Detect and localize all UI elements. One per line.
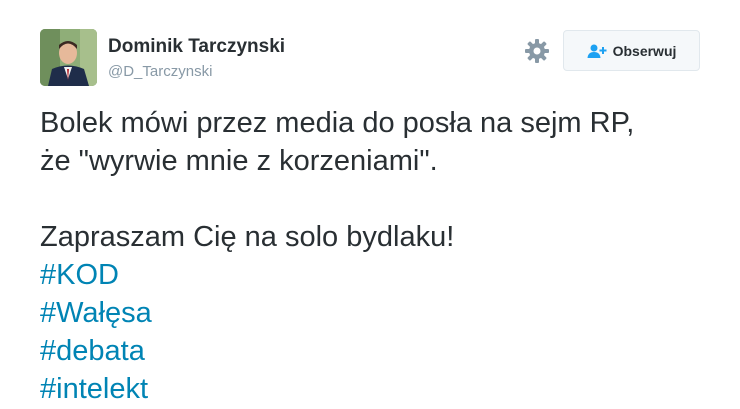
avatar[interactable]	[40, 29, 97, 86]
tweet-line: że "wyrwie mnie z korzeniami".	[40, 145, 438, 177]
hashtag-link[interactable]: #KOD	[40, 256, 720, 294]
add-user-icon	[587, 44, 607, 58]
follow-button-label: Obserwuj	[612, 42, 677, 59]
hashtag-link[interactable]: #Wałęsa	[40, 294, 720, 332]
hashtag-link[interactable]: #intelekt	[40, 370, 720, 408]
display-name[interactable]: Dominik Tarczynski	[108, 36, 285, 58]
tweet-text: Bolek mówi przez media do posła na sejm …	[40, 104, 720, 408]
tweet-card: Dominik Tarczynski @D_Tarczynski Obserwu…	[0, 0, 740, 409]
tweet-line: Bolek mówi przez media do posła na sejm …	[40, 107, 635, 139]
avatar-photo	[40, 29, 97, 86]
gear-icon[interactable]	[524, 38, 550, 64]
user-handle[interactable]: @D_Tarczynski	[108, 63, 212, 80]
tweet-line: Zapraszam Cię na solo bydlaku!	[40, 221, 455, 253]
follow-button[interactable]: Obserwuj	[563, 30, 700, 71]
hashtag-link[interactable]: #debata	[40, 332, 720, 370]
